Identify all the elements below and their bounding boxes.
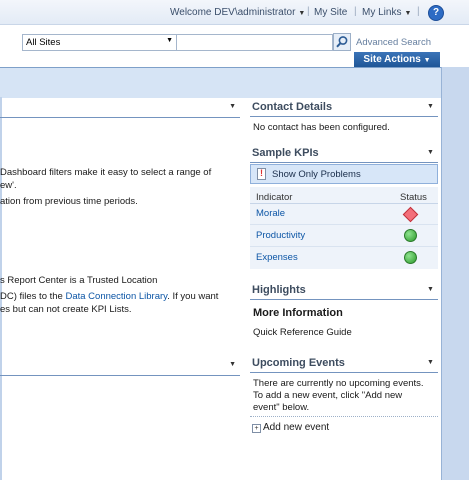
divider xyxy=(250,162,438,163)
chevron-down-icon[interactable]: ▼ xyxy=(427,359,434,366)
dashboard-text-line: Dashboard filters make it easy to select… xyxy=(0,167,212,178)
kpi-col-indicator: Indicator xyxy=(256,192,293,203)
green-circle-status-icon xyxy=(404,251,417,264)
add-icon: + xyxy=(252,424,261,433)
show-only-problems-label: Show Only Problems xyxy=(272,169,361,180)
site-actions-label: Site Actions xyxy=(363,54,421,65)
welcome-menu[interactable]: Welcome DEV\administrator ▼ xyxy=(170,7,305,18)
odc-text-end: . If you want xyxy=(167,291,219,302)
site-actions-menu[interactable]: Site Actions ▼ xyxy=(354,52,440,67)
left-web-part-header: ▼ xyxy=(0,99,240,118)
search-icon[interactable] xyxy=(333,33,351,51)
search-scope-select[interactable]: All Sites ▼ xyxy=(22,34,177,51)
report-center-text-line: s Report Center is a Trusted Location xyxy=(0,275,158,286)
chevron-down-icon[interactable]: ▼ xyxy=(229,103,236,110)
right-scroll-rail xyxy=(441,67,469,480)
add-new-event-link[interactable]: Add new event xyxy=(263,422,329,433)
divider xyxy=(250,203,438,204)
divider xyxy=(250,299,438,300)
divider xyxy=(250,224,438,225)
divider xyxy=(250,372,438,373)
report-center-text-line: es but can not create KPI Lists. xyxy=(0,304,132,315)
quick-reference-guide-link[interactable]: Quick Reference Guide xyxy=(253,327,352,338)
events-text-line: event" below. xyxy=(253,402,310,413)
title-band xyxy=(0,67,445,98)
my-links-menu[interactable]: My Links ▼ xyxy=(362,7,411,18)
chevron-down-icon: ▼ xyxy=(423,57,431,64)
welcome-text: Welcome DEV\administrator xyxy=(170,7,296,18)
chevron-down-icon: ▼ xyxy=(404,10,412,17)
kpi-expenses-link[interactable]: Expenses xyxy=(256,252,298,263)
help-icon[interactable]: ? xyxy=(428,5,444,21)
contact-details-title: Contact Details xyxy=(252,101,333,113)
sample-kpis-title: Sample KPIs xyxy=(252,147,319,159)
my-links-text: My Links xyxy=(362,7,402,18)
events-text-line: There are currently no upcoming events. xyxy=(253,378,424,389)
green-circle-status-icon xyxy=(404,229,417,242)
chevron-down-icon[interactable]: ▼ xyxy=(427,149,434,156)
dashboard-text-line: ew'. xyxy=(0,180,17,191)
divider xyxy=(250,116,438,117)
dashboard-text-line: ation from previous time periods. xyxy=(0,196,138,207)
separator: | xyxy=(307,6,310,17)
chevron-down-icon[interactable]: ▼ xyxy=(427,103,434,110)
events-text-line: To add a new event, click "Add new xyxy=(253,390,403,401)
search-scope-value: All Sites xyxy=(26,37,61,48)
contact-text: No contact has been configured. xyxy=(253,122,390,133)
chevron-down-icon: ▼ xyxy=(166,37,173,44)
kpi-col-status: Status xyxy=(400,192,427,203)
chevron-down-icon[interactable]: ▼ xyxy=(229,361,236,368)
show-only-problems-button[interactable]: ! Show Only Problems xyxy=(250,164,438,184)
my-site-link[interactable]: My Site xyxy=(314,7,347,18)
kpi-morale-link[interactable]: Morale xyxy=(256,208,285,219)
report-center-text-line: DC) files to the Data Connection Library… xyxy=(0,291,218,302)
filter-icon: ! xyxy=(257,168,266,180)
global-top-bar: Welcome DEV\administrator ▼ | My Site | M… xyxy=(0,0,469,25)
upcoming-events-title: Upcoming Events xyxy=(252,357,345,369)
divider xyxy=(250,246,438,247)
chevron-down-icon: ▼ xyxy=(298,10,306,17)
data-connection-library-link[interactable]: Data Connection Library xyxy=(65,291,167,302)
separator: | xyxy=(354,6,357,17)
highlights-title: Highlights xyxy=(252,284,306,296)
left-web-part-header-2: ▼ xyxy=(0,357,240,376)
left-edge xyxy=(0,97,2,480)
search-input[interactable] xyxy=(176,34,333,51)
advanced-search-link[interactable]: Advanced Search xyxy=(356,37,431,48)
more-information-heading: More Information xyxy=(253,307,343,319)
separator: | xyxy=(417,6,420,17)
divider xyxy=(250,416,438,417)
odc-text: DC) files to the xyxy=(0,291,63,302)
chevron-down-icon[interactable]: ▼ xyxy=(427,286,434,293)
kpi-productivity-link[interactable]: Productivity xyxy=(256,230,305,241)
